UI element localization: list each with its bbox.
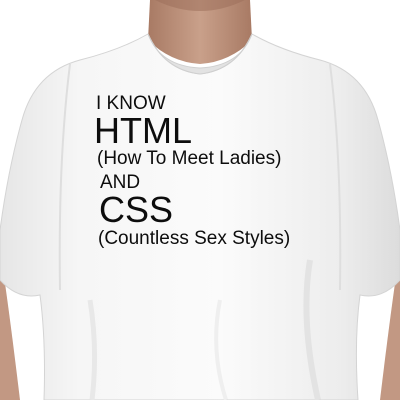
print-line-html: HTML <box>94 110 192 151</box>
print-line-css: CSS <box>99 189 174 230</box>
print-line-countless-sex-styles: (Countless Sex Styles) <box>98 228 291 249</box>
tshirt-photo: I KNOW HTML (How To Meet Ladies) AND CSS… <box>0 0 400 400</box>
print-line-how-to-meet-ladies: (How To Meet Ladies) <box>97 148 282 169</box>
shirt-print: I KNOW HTML (How To Meet Ladies) AND CSS… <box>0 0 400 400</box>
